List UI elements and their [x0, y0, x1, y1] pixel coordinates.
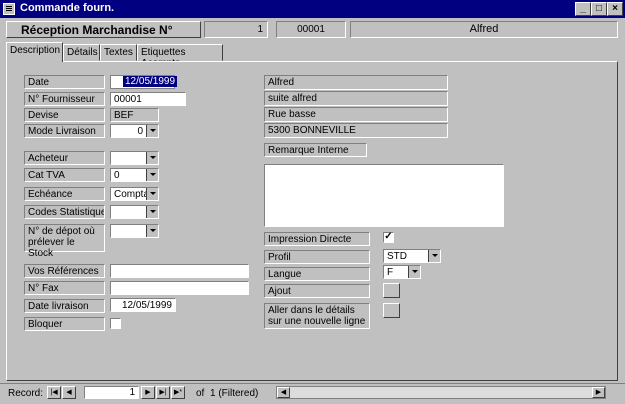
supplier-name: Alfred — [350, 21, 618, 38]
last-record-icon[interactable]: ▶| — [156, 386, 170, 399]
previous-record-icon[interactable]: ◀ — [62, 386, 76, 399]
tab-details[interactable]: Détails — [63, 44, 100, 61]
form-icon — [3, 3, 15, 15]
record-label: Record: — [8, 388, 44, 399]
next-record-icon[interactable]: ▶ — [141, 386, 155, 399]
order-code: 00001 — [276, 21, 346, 38]
close-icon[interactable]: × — [607, 2, 623, 16]
mode-livraison-select[interactable]: 0 — [110, 124, 159, 138]
mode-livraison-value: 0 — [137, 126, 143, 137]
record-total: 1 (Filtered) — [210, 388, 259, 399]
maximize-icon[interactable]: □ — [591, 2, 607, 16]
tab-description[interactable]: Description — [6, 42, 63, 62]
scroll-left-icon[interactable]: ◀ — [277, 387, 290, 398]
tab-etiquettes-acompte[interactable]: Etiquettes Acompte — [137, 44, 223, 69]
window-title: Commande fourn. — [20, 2, 115, 14]
page-title: Réception Marchandise N° — [6, 21, 201, 38]
new-record-icon[interactable]: ▶* — [171, 386, 185, 399]
description-panel — [6, 61, 618, 381]
record-number-field[interactable]: 1 — [84, 386, 139, 399]
window-title-bar[interactable]: Commande fourn. _ □ × — [0, 0, 625, 18]
scroll-right-icon[interactable]: ▶ — [592, 387, 605, 398]
chevron-down-icon[interactable] — [146, 125, 158, 137]
first-record-icon[interactable]: |◀ — [47, 386, 61, 399]
horizontal-scrollbar[interactable]: ◀ ▶ — [276, 386, 606, 399]
order-number: 1 — [204, 21, 268, 38]
minimize-icon[interactable]: _ — [575, 2, 591, 16]
tab-textes[interactable]: Textes — [100, 44, 137, 61]
record-of-label: of — [196, 388, 205, 399]
